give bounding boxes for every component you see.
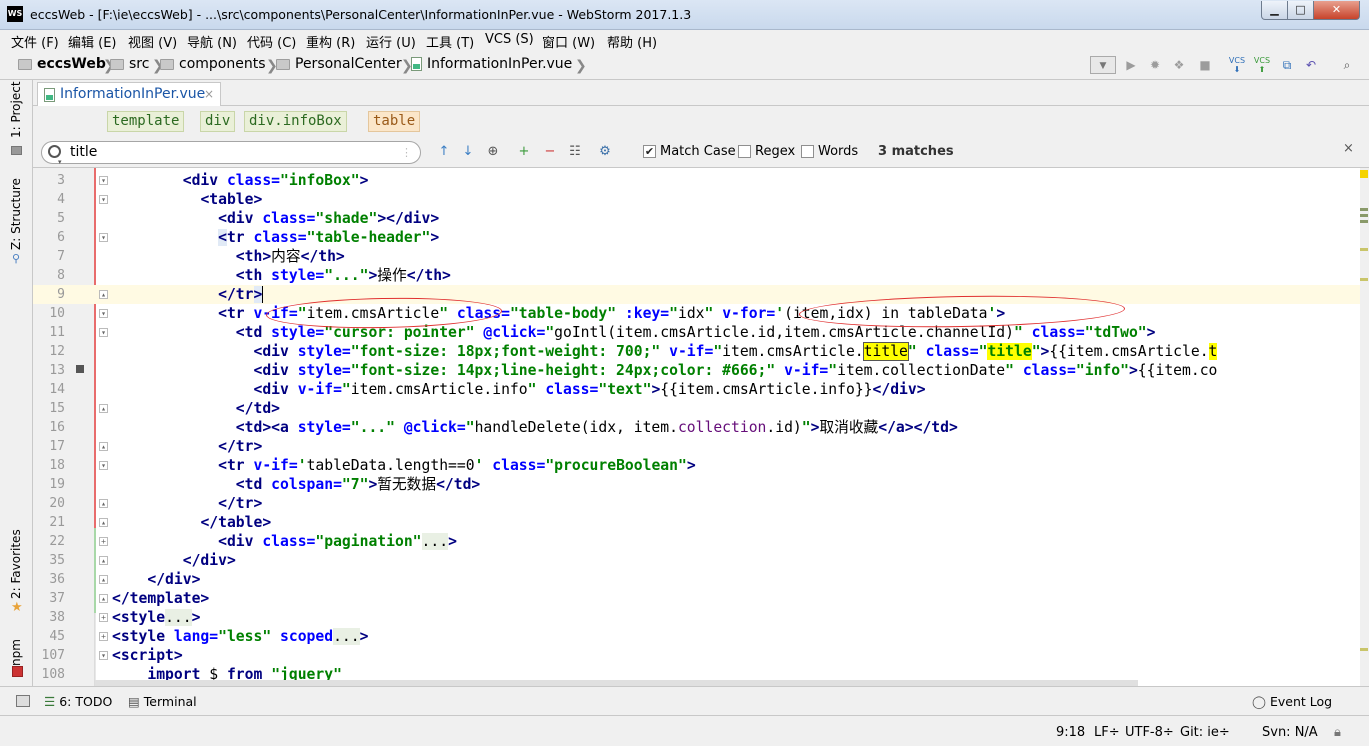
git-branch[interactable]: Git: ie÷ (1180, 725, 1230, 740)
previous-occurrence-icon[interactable]: ↑ (435, 143, 453, 161)
npm-panel-tab[interactable]: npm (9, 639, 23, 666)
breadcrumb-file[interactable]: InformationInPer.vue (411, 56, 572, 72)
breadcrumb-components[interactable]: components (160, 56, 266, 72)
coverage-icon[interactable]: ❖ (1170, 56, 1188, 74)
vcs-commit-icon[interactable]: VCS ⬆ (1253, 56, 1271, 74)
menu-edit[interactable]: 编辑 (E) (68, 32, 117, 51)
compare-icon[interactable]: ⧉ (1278, 56, 1296, 74)
code-editor[interactable]: 3 ▾ <div class="infoBox"> 4 ▾ <table> 5 <d… (33, 168, 1360, 686)
navigation-bar: eccsWeb ❯ src ❯ components ❯ PersonalCen… (0, 50, 1369, 80)
tab-label: InformationInPer.vue (60, 86, 206, 102)
minimize-button[interactable]: ▁ (1261, 1, 1288, 20)
words-option[interactable]: Words (801, 144, 858, 159)
vcs-update-icon[interactable]: VCS ⬇ (1228, 56, 1246, 74)
close-tab-icon[interactable]: × (204, 83, 214, 105)
file-encoding[interactable]: UTF-8÷ (1125, 725, 1174, 740)
revert-icon[interactable]: ↶ (1302, 56, 1320, 74)
vue-file-icon (411, 57, 422, 71)
structure-icon: ⚲ (12, 252, 21, 265)
menu-navigate[interactable]: 导航 (N) (187, 32, 237, 51)
find-all-icon[interactable]: ⊕ (484, 143, 502, 161)
breadcrumb-project[interactable]: eccsWeb (18, 56, 106, 72)
remove-occurrence-icon[interactable]: − (541, 143, 559, 161)
regex-option[interactable]: Regex (738, 144, 795, 159)
settings-gear-icon[interactable]: ⚙ (596, 143, 614, 161)
caret-position[interactable]: 9:18 (1056, 725, 1085, 740)
menu-vcs[interactable]: VCS (S) (485, 32, 534, 47)
run-icon[interactable]: ▶ (1122, 56, 1140, 74)
tag-crumb-table[interactable]: table (368, 111, 421, 132)
folder-icon (18, 58, 32, 70)
bottom-tool-tabs: ☰ 6: TODO ▤ Terminal ◯ Event Log (0, 686, 1369, 715)
structure-panel-tab[interactable]: Z: Structure (9, 178, 23, 250)
maximize-button[interactable]: □ (1287, 1, 1314, 20)
search-value: title (70, 144, 98, 160)
todo-icon: ☰ (44, 694, 56, 709)
webstorm-app-icon: WS (7, 6, 23, 22)
run-config-dropdown[interactable]: ▼ (1090, 56, 1116, 74)
svn-status[interactable]: Svn: N/A (1262, 725, 1318, 740)
menu-window[interactable]: 窗口 (W) (542, 32, 595, 51)
window-title: eccsWeb - [F:\ie\eccsWeb] - ...\src\comp… (30, 7, 692, 22)
menu-view[interactable]: 视图 (V) (128, 32, 177, 51)
favorites-panel-tab[interactable]: 2: Favorites (9, 529, 23, 599)
npm-icon (12, 666, 23, 677)
close-find-bar-icon[interactable]: × (1343, 141, 1354, 156)
menu-run[interactable]: 运行 (U) (366, 32, 416, 51)
event-log-icon: ◯ (1252, 694, 1266, 709)
tag-crumb-div-infobox[interactable]: div.infoBox (244, 111, 347, 132)
tag-crumb-div[interactable]: div (200, 111, 236, 132)
folder-icon (276, 58, 290, 70)
stop-icon[interactable]: ■ (1196, 56, 1214, 74)
lock-icon[interactable]: 🔒︎ (1334, 725, 1341, 740)
match-count: 3 matches (878, 144, 954, 159)
clear-search-icon[interactable]: ⋮ (401, 142, 412, 163)
tab-informationinper[interactable]: InformationInPer.vue × (37, 82, 221, 106)
folder-icon (110, 58, 124, 70)
match-case-option[interactable]: ✔ Match Case (643, 144, 736, 159)
next-occurrence-icon[interactable]: ↓ (459, 143, 477, 161)
search-input[interactable]: ▾ title ⋮ (41, 141, 421, 166)
menu-tools[interactable]: 工具 (T) (426, 32, 474, 51)
tag-breadcrumb: template div div.infoBox table (33, 106, 1369, 138)
project-icon (11, 146, 22, 155)
words-checkbox[interactable] (801, 145, 814, 158)
line-separator[interactable]: LF÷ (1094, 725, 1120, 740)
match-case-checkbox[interactable]: ✔ (643, 145, 656, 158)
add-occurrence-icon[interactable]: + (515, 143, 533, 161)
menu-refactor[interactable]: 重构 (R) (306, 32, 355, 51)
folder-icon (160, 58, 174, 70)
search-everywhere-icon[interactable]: ⌕ (1338, 56, 1356, 74)
debug-icon[interactable]: ✹ (1146, 56, 1164, 74)
close-window-button[interactable]: ✕ (1313, 1, 1360, 20)
title-bar: WS eccsWeb - [F:\ie\eccsWeb] - ...\src\c… (0, 0, 1369, 30)
error-stripe[interactable] (1360, 168, 1369, 686)
terminal-tab[interactable]: ▤ Terminal (128, 694, 197, 709)
menu-code[interactable]: 代码 (C) (247, 32, 296, 51)
select-all-occurrences-icon[interactable]: ☷ (566, 143, 584, 161)
toggle-tool-windows-icon[interactable] (16, 695, 30, 707)
menu-file[interactable]: 文件 (F) (11, 32, 59, 51)
regex-checkbox[interactable] (738, 145, 751, 158)
vue-file-icon (44, 88, 55, 102)
breadcrumb-src[interactable]: src (110, 56, 149, 72)
menu-bar: 文件 (F) 编辑 (E) 视图 (V) 导航 (N) 代码 (C) 重构 (R… (0, 30, 1369, 51)
breadcrumb-personalcenter[interactable]: PersonalCenter (276, 56, 402, 72)
menu-help[interactable]: 帮助 (H) (607, 32, 657, 51)
event-log-tab[interactable]: ◯ Event Log (1252, 694, 1332, 709)
project-panel-tab[interactable]: 1: Project (9, 81, 23, 138)
status-bar: 9:18 LF÷ UTF-8÷ Git: ie÷ Svn: N/A 🔒︎ (0, 715, 1369, 746)
todo-tab[interactable]: ☰ 6: TODO (44, 694, 112, 709)
warning-marker (1360, 170, 1368, 178)
tag-crumb-template[interactable]: template (107, 111, 185, 132)
find-bar: ▾ title ⋮ ↑ ↓ ⊕ + − ☷ ⚙ ✔ Match Case Rege… (33, 138, 1369, 168)
left-tool-strip: 1: Project Z: Structure ⚲ 2: Favorites ★… (0, 80, 33, 686)
terminal-icon: ▤ (128, 694, 140, 709)
editor-tab-bar: InformationInPer.vue × (33, 80, 1369, 106)
star-icon: ★ (11, 600, 23, 615)
chevron-right-icon: ❯ (575, 58, 587, 74)
